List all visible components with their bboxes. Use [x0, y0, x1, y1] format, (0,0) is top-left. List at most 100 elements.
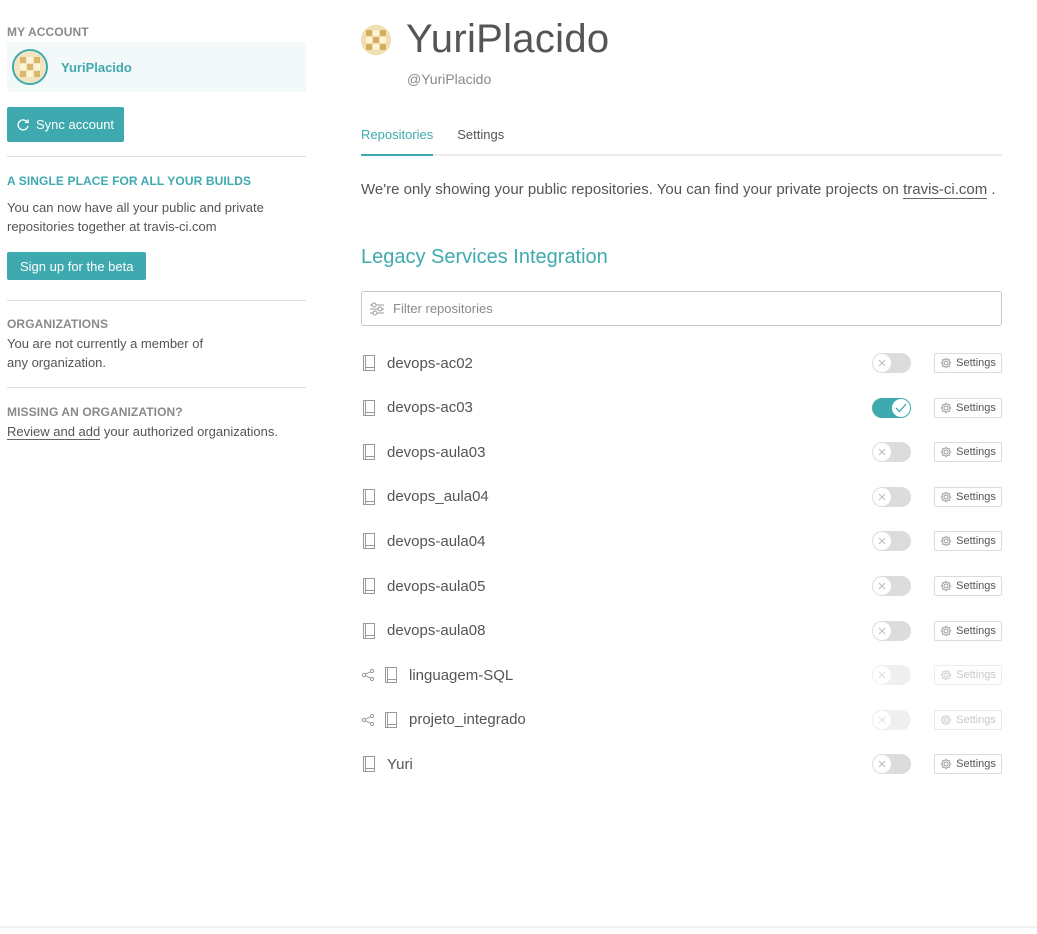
settings-label: Settings [956, 580, 996, 592]
repository-settings-button[interactable]: Settings [934, 754, 1002, 775]
public-repos-notice: We're only showing your public repositor… [361, 181, 996, 199]
missing-organization-text: Review and add your authorized organizat… [7, 422, 278, 441]
beta-text-line-1: You can now have all your public and pri… [7, 200, 264, 215]
book-icon [361, 399, 377, 417]
settings-label: Settings [956, 624, 996, 637]
repository-toggle[interactable] [872, 486, 911, 507]
repository-settings-button: Settings [934, 709, 1002, 730]
repository-toggle[interactable] [872, 397, 911, 418]
beta-heading: A SINGLE PLACE FOR ALL YOUR BUILDS [7, 174, 252, 188]
settings-label: Settings [956, 357, 996, 369]
account-name[interactable]: YuriPlacido [61, 60, 132, 75]
my-account-heading: MY ACCOUNT [7, 25, 89, 39]
fork-icon [361, 668, 377, 682]
repository-name[interactable]: devops-aula08 [387, 622, 485, 639]
notice-text: We're only showing your public repositor… [361, 181, 904, 198]
repository-row: devops-aula03 Settings [361, 437, 1002, 467]
repository-toggle [872, 665, 911, 686]
repository-info: devops-aula04 [361, 532, 872, 550]
repository-name[interactable]: Yuri [387, 756, 413, 773]
repository-row: devops-aula04 Settings [361, 526, 1002, 556]
sync-icon [16, 118, 30, 132]
beta-text-line-2: repositories together at travis-ci.com [7, 219, 217, 234]
repository-toggle[interactable] [872, 353, 911, 373]
check-icon [892, 398, 910, 417]
divider [7, 300, 306, 301]
repository-name[interactable]: devops_aula04 [387, 488, 489, 505]
repository-info: Yuri [361, 755, 872, 773]
organizations-text-line-1: You are not currently a member of [7, 336, 204, 351]
divider [7, 387, 306, 388]
gear-icon [940, 758, 952, 770]
repository-name[interactable]: devops-aula04 [387, 533, 485, 550]
repository-settings-button[interactable]: Settings [934, 442, 1002, 463]
repository-toggle[interactable] [872, 576, 911, 596]
footer-divider [0, 926, 1037, 928]
repository-settings-button[interactable]: Settings [934, 353, 1002, 373]
profile-header: YuriPlacido [361, 17, 609, 62]
repository-settings-button[interactable]: Settings [934, 620, 1002, 641]
avatar-pattern-icon [14, 51, 46, 83]
fork-icon [361, 713, 377, 727]
gear-icon [940, 625, 952, 637]
repository-toggle[interactable] [872, 531, 911, 552]
repository-info: linguagem-SQL [361, 666, 872, 684]
repository-info: devops_aula04 [361, 488, 872, 506]
book-icon [383, 711, 399, 729]
sync-account-button[interactable]: Sync account [7, 107, 125, 142]
repository-name[interactable]: devops-aula03 [387, 444, 485, 461]
repository-name[interactable]: projeto_integrado [409, 711, 526, 728]
book-icon [383, 666, 399, 684]
filter-repositories-input[interactable] [391, 300, 975, 317]
repository-settings-button[interactable]: Settings [934, 531, 1002, 552]
filter-repositories-field[interactable] [361, 291, 1002, 326]
repository-row: devops-aula08 Settings [361, 616, 1002, 646]
repository-info: devops-ac03 [361, 399, 872, 417]
travis-ci-com-link[interactable]: travis-ci.com [903, 181, 988, 199]
gear-icon [940, 535, 952, 547]
missing-organization-heading: MISSING AN ORGANIZATION? [7, 405, 183, 419]
repository-row: devops-aula05 Settings [361, 571, 1002, 601]
x-icon [873, 354, 891, 372]
repository-name[interactable]: devops-ac02 [387, 355, 473, 372]
repository-toggle[interactable] [872, 442, 911, 463]
tab-repositories[interactable]: Repositories [361, 127, 434, 156]
repository-row: linguagem-SQL Settings [361, 660, 1002, 690]
book-icon [361, 488, 377, 506]
profile-name: YuriPlacido [406, 17, 610, 61]
book-icon [361, 354, 377, 372]
repository-toggle [872, 709, 911, 730]
repository-settings-button: Settings [934, 665, 1002, 686]
repository-row: devops_aula04 Settings [361, 482, 1002, 512]
repository-info: devops-aula05 [361, 577, 872, 595]
tab-settings[interactable]: Settings [457, 127, 504, 154]
x-icon [873, 532, 891, 551]
filter-icon [369, 301, 385, 317]
settings-label: Settings [956, 758, 996, 771]
repository-settings-button[interactable]: Settings [934, 576, 1002, 596]
x-icon [873, 755, 891, 774]
repository-toggle[interactable] [872, 620, 911, 641]
tab-bar: Repositories Settings [361, 127, 1002, 156]
repository-settings-button[interactable]: Settings [934, 486, 1002, 507]
sign-up-beta-button[interactable]: Sign up for the beta [7, 252, 147, 280]
repository-name[interactable]: linguagem-SQL [409, 667, 513, 684]
settings-label: Settings [956, 401, 996, 414]
repository-name[interactable]: devops-aula05 [387, 578, 485, 595]
book-icon [361, 532, 377, 550]
book-icon [361, 443, 377, 461]
repository-settings-button[interactable]: Settings [934, 397, 1002, 418]
repository-info: devops-ac02 [361, 354, 872, 372]
gear-icon [940, 714, 952, 726]
repository-toggle[interactable] [872, 754, 911, 775]
gear-icon [940, 669, 952, 681]
x-icon [873, 577, 891, 595]
repository-row: devops-ac02 Settings [361, 348, 1002, 378]
repository-name[interactable]: devops-ac03 [387, 399, 473, 416]
profile-avatar [361, 24, 391, 55]
account-card[interactable]: YuriPlacido [7, 42, 306, 92]
book-icon [361, 577, 377, 595]
review-and-add-link[interactable]: Review and add [7, 424, 101, 440]
avatar [12, 49, 48, 85]
section-title: Legacy Services Integration [361, 246, 608, 268]
